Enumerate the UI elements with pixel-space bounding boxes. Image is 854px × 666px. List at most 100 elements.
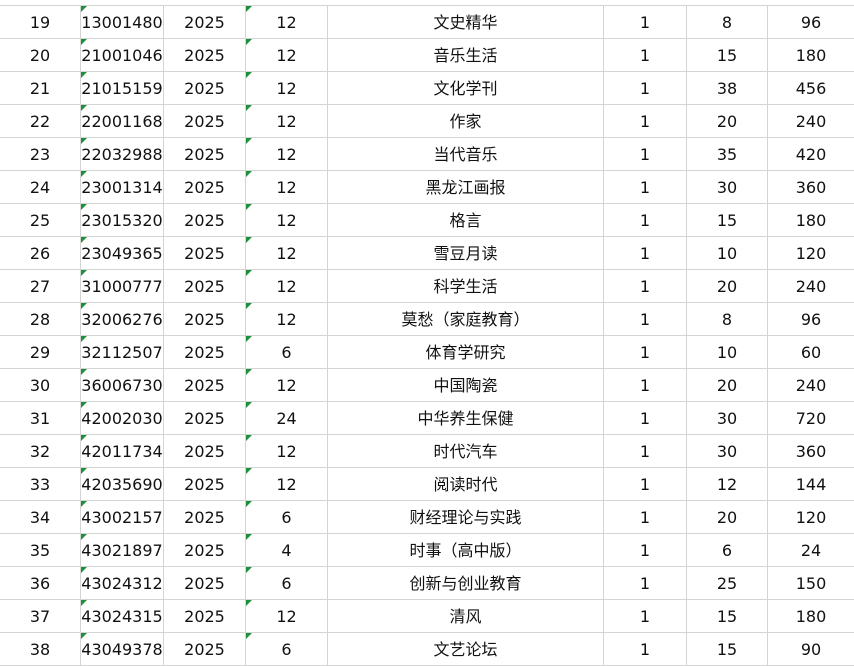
price-cell[interactable]: 8 [687,6,768,39]
title-cell[interactable]: 雪豆月读 [328,237,604,270]
row-number-cell[interactable]: 27 [0,270,81,303]
row-number-cell[interactable]: 30 [0,369,81,402]
total-cell[interactable]: 144 [768,468,854,501]
issues-cell[interactable]: 12 [246,600,328,633]
year-cell[interactable]: 2025 [164,336,246,369]
price-cell[interactable]: 30 [687,171,768,204]
year-cell[interactable]: 2025 [164,72,246,105]
title-cell[interactable]: 科学生活 [328,270,604,303]
row-number-cell[interactable]: 24 [0,171,81,204]
year-cell[interactable]: 2025 [164,468,246,501]
issues-cell[interactable]: 4 [246,534,328,567]
code-cell[interactable]: 42011734 [81,435,164,468]
price-cell[interactable]: 15 [687,39,768,72]
total-cell[interactable]: 150 [768,567,854,600]
quantity-cell[interactable]: 1 [604,633,687,666]
total-cell[interactable]: 96 [768,6,854,39]
quantity-cell[interactable]: 1 [604,6,687,39]
price-cell[interactable]: 12 [687,468,768,501]
issues-cell[interactable]: 12 [246,204,328,237]
total-cell[interactable]: 240 [768,270,854,303]
code-cell[interactable]: 13001480 [81,6,164,39]
title-cell[interactable]: 阅读时代 [328,468,604,501]
price-cell[interactable]: 20 [687,369,768,402]
code-cell[interactable]: 21001046 [81,39,164,72]
total-cell[interactable]: 180 [768,600,854,633]
issues-cell[interactable]: 6 [246,567,328,600]
row-number-cell[interactable]: 34 [0,501,81,534]
quantity-cell[interactable]: 1 [604,336,687,369]
title-cell[interactable]: 中华养生保健 [328,402,604,435]
quantity-cell[interactable]: 1 [604,72,687,105]
quantity-cell[interactable]: 1 [604,600,687,633]
price-cell[interactable]: 20 [687,270,768,303]
issues-cell[interactable]: 12 [246,138,328,171]
issues-cell[interactable]: 12 [246,171,328,204]
code-cell[interactable]: 23015320 [81,204,164,237]
price-cell[interactable]: 15 [687,633,768,666]
title-cell[interactable]: 创新与创业教育 [328,567,604,600]
code-cell[interactable]: 43002157 [81,501,164,534]
title-cell[interactable]: 文艺论坛 [328,633,604,666]
year-cell[interactable]: 2025 [164,303,246,336]
total-cell[interactable]: 420 [768,138,854,171]
title-cell[interactable]: 时代汽车 [328,435,604,468]
quantity-cell[interactable]: 1 [604,39,687,72]
row-number-cell[interactable]: 23 [0,138,81,171]
year-cell[interactable]: 2025 [164,270,246,303]
code-cell[interactable]: 32006276 [81,303,164,336]
quantity-cell[interactable]: 1 [604,402,687,435]
price-cell[interactable]: 30 [687,402,768,435]
row-number-cell[interactable]: 25 [0,204,81,237]
title-cell[interactable]: 黑龙江画报 [328,171,604,204]
issues-cell[interactable]: 6 [246,336,328,369]
code-cell[interactable]: 43024312 [81,567,164,600]
code-cell[interactable]: 21015159 [81,72,164,105]
total-cell[interactable]: 240 [768,369,854,402]
row-number-cell[interactable]: 26 [0,237,81,270]
issues-cell[interactable]: 12 [246,303,328,336]
code-cell[interactable]: 42002030 [81,402,164,435]
total-cell[interactable]: 60 [768,336,854,369]
row-number-cell[interactable]: 36 [0,567,81,600]
quantity-cell[interactable]: 1 [604,237,687,270]
year-cell[interactable]: 2025 [164,534,246,567]
issues-cell[interactable]: 24 [246,402,328,435]
total-cell[interactable]: 180 [768,39,854,72]
row-number-cell[interactable]: 19 [0,6,81,39]
quantity-cell[interactable]: 1 [604,369,687,402]
row-number-cell[interactable]: 37 [0,600,81,633]
year-cell[interactable]: 2025 [164,402,246,435]
title-cell[interactable]: 财经理论与实践 [328,501,604,534]
total-cell[interactable]: 180 [768,204,854,237]
code-cell[interactable]: 42035690 [81,468,164,501]
row-number-cell[interactable]: 22 [0,105,81,138]
year-cell[interactable]: 2025 [164,600,246,633]
total-cell[interactable]: 96 [768,303,854,336]
year-cell[interactable]: 2025 [164,633,246,666]
year-cell[interactable]: 2025 [164,105,246,138]
title-cell[interactable]: 莫愁（家庭教育） [328,303,604,336]
row-number-cell[interactable]: 20 [0,39,81,72]
year-cell[interactable]: 2025 [164,138,246,171]
quantity-cell[interactable]: 1 [604,534,687,567]
quantity-cell[interactable]: 1 [604,435,687,468]
row-number-cell[interactable]: 31 [0,402,81,435]
issues-cell[interactable]: 12 [246,468,328,501]
code-cell[interactable]: 23001314 [81,171,164,204]
price-cell[interactable]: 30 [687,435,768,468]
row-number-cell[interactable]: 38 [0,633,81,666]
price-cell[interactable]: 10 [687,237,768,270]
title-cell[interactable]: 作家 [328,105,604,138]
quantity-cell[interactable]: 1 [604,105,687,138]
code-cell[interactable]: 23049365 [81,237,164,270]
year-cell[interactable]: 2025 [164,237,246,270]
total-cell[interactable]: 24 [768,534,854,567]
issues-cell[interactable]: 12 [246,435,328,468]
year-cell[interactable]: 2025 [164,6,246,39]
year-cell[interactable]: 2025 [164,501,246,534]
year-cell[interactable]: 2025 [164,435,246,468]
issues-cell[interactable]: 12 [246,369,328,402]
total-cell[interactable]: 240 [768,105,854,138]
price-cell[interactable]: 10 [687,336,768,369]
